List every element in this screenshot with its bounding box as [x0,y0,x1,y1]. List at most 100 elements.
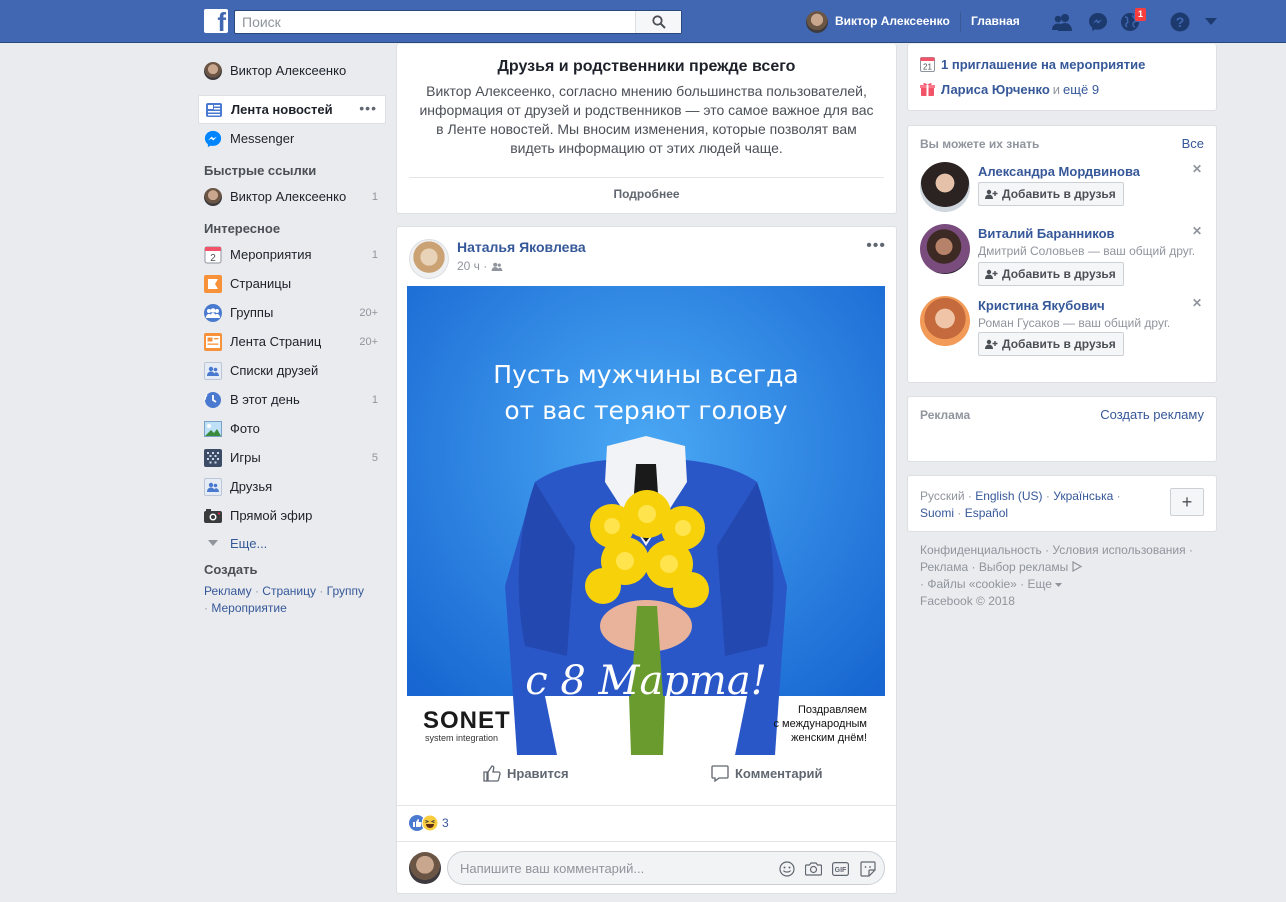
greeting-line-3: женским днём! [791,732,867,744]
add-friend-button[interactable]: Добавить в друзья [978,262,1124,286]
friends-audience-icon [491,262,503,271]
footer-link[interactable]: Еще [1028,577,1052,591]
add-friend-button[interactable]: Добавить в друзья [978,182,1124,206]
games-icon [204,448,222,467]
ad-choices-icon[interactable] [1072,560,1083,573]
comment-button[interactable]: Комментарий [711,765,823,782]
sidebar-item-groups[interactable]: Группы 20+ [198,298,386,327]
sidebar-item-count: 20+ [359,335,378,348]
avatar[interactable] [920,296,970,346]
like-button[interactable]: Нравится [483,765,569,782]
post-time-text: 20 ч [457,259,480,273]
reactions-count: 3 [442,816,449,830]
profile-link[interactable]: Виктор Алексеенко [835,14,950,28]
sidebar-item-pages-feed[interactable]: Лента Страниц 20+ [198,327,386,356]
help-button[interactable]: ? [1169,11,1191,33]
event-invites-link[interactable]: 1 приглашение на мероприятие [941,57,1145,72]
add-friend-label: Добавить в друзья [1002,267,1116,281]
sidebar-item-quick-link[interactable]: Виктор Алексеенко 1 [198,182,386,211]
sidebar-item-label: Игры [230,450,261,465]
add-friend-icon [985,189,998,199]
notifications-button[interactable]: 1 [1119,7,1147,33]
sidebar-item-profile[interactable]: Виктор Алексеенко [198,56,386,85]
create-event-link[interactable]: Мероприятие [211,601,286,615]
more-options-icon[interactable]: ••• [359,100,377,116]
sidebar-item-news-feed[interactable]: Лента новостей ••• [198,95,386,124]
search-button[interactable] [635,11,681,33]
avatar[interactable] [920,224,970,274]
caret-down-icon [1205,18,1217,25]
sidebar-item-live[interactable]: Прямой эфир [198,501,386,530]
footer-link[interactable]: Файлы «cookie» [927,577,1017,591]
add-friend-label: Добавить в друзья [1002,187,1116,201]
section-heading: Быстрые ссылки [204,163,317,178]
close-icon[interactable]: ✕ [1192,296,1202,310]
home-link[interactable]: Главная [971,14,1020,28]
more-birthdays-link[interactable]: ещё 9 [1063,82,1099,97]
close-icon[interactable]: ✕ [1192,162,1202,176]
person-name-link[interactable]: Кристина Якубович [978,298,1105,313]
post-timestamp[interactable]: 20 ч · [457,259,503,273]
comment-input[interactable] [448,852,748,884]
person-name-link[interactable]: Виталий Баранников [978,226,1115,241]
footer-link[interactable]: Выбор рекламы [979,560,1068,574]
see-all-link[interactable]: Все [1182,136,1204,151]
create-ad-link[interactable]: Создать рекламу [1100,407,1204,422]
add-language-button[interactable]: + [1170,488,1204,516]
pymk-person: Александра Мордвинова Добавить в друзья … [920,162,1206,222]
person-name-link[interactable]: Александра Мордвинова [978,164,1140,179]
haha-reaction-icon [422,815,438,831]
avatar[interactable] [920,162,970,212]
svg-text:GIF: GIF [835,867,847,874]
gif-icon[interactable]: GIF [832,860,849,877]
sidebar-item-label: Виктор Алексеенко [230,189,347,204]
post-author-link[interactable]: Наталья Яковлева [457,239,586,255]
add-friend-button[interactable]: Добавить в друзья [978,332,1124,356]
footer-link[interactable]: Реклама [920,560,968,574]
sidebar-item-games[interactable]: Игры 5 [198,443,386,472]
sidebar-item-photos[interactable]: Фото [198,414,386,443]
post-options-icon[interactable]: ••• [866,237,886,255]
friend-requests-button[interactable] [1051,11,1073,33]
learn-more-link[interactable]: Подробнее [397,187,896,201]
language-link[interactable]: English (US) [975,489,1042,503]
create-group-link[interactable]: Группу [327,584,364,598]
create-page-link[interactable]: Страницу [262,584,316,598]
account-menu-button[interactable] [1200,11,1222,33]
pymk-person: Виталий Баранников Дмитрий Соловьев — ва… [920,224,1206,286]
language-link[interactable]: Українська [1053,489,1113,503]
conjunction-text: и [1052,82,1061,97]
add-friend-label: Добавить в друзья [1002,337,1116,351]
sidebar-item-messenger[interactable]: Messenger [198,124,386,153]
emoji-icon[interactable] [778,860,795,877]
sidebar-item-more[interactable]: Еще... [198,530,386,556]
search-input[interactable] [235,11,635,33]
current-language: Русский [920,489,965,503]
groups-icon [204,303,222,322]
messenger-button[interactable] [1087,11,1109,33]
camera-icon[interactable] [805,860,822,877]
sticker-icon[interactable] [859,860,876,877]
sidebar-item-count: 1 [371,248,378,261]
sidebar-item-pages[interactable]: Страницы [198,269,386,298]
sidebar-item-events[interactable]: 2 Мероприятия 1 [198,240,386,269]
event-invites-row[interactable]: 21 1 приглашение на мероприятие [920,57,1145,72]
close-icon[interactable]: ✕ [1192,224,1202,238]
footer-link[interactable]: Условия использования [1052,543,1185,557]
sidebar-item-friends[interactable]: Друзья [198,472,386,501]
language-link[interactable]: Suomi [920,506,954,520]
notification-badge: 1 [1133,7,1147,22]
avatar[interactable] [409,239,449,279]
search-icon [651,15,666,29]
sidebar-item-on-this-day[interactable]: В этот день 1 [198,385,386,414]
birthday-person-link[interactable]: Лариса Юрченко [941,82,1050,97]
user-avatar[interactable] [806,11,828,33]
post-image[interactable]: Пусть мужчины всегда от вас теряют голов… [407,286,885,755]
footer-link[interactable]: Конфиденциальность [920,543,1042,557]
language-link[interactable]: Español [965,506,1008,520]
create-ad-link[interactable]: Рекламу [204,584,252,598]
messenger-icon [1089,13,1107,31]
sidebar-item-friend-lists[interactable]: Списки друзей [198,356,386,385]
reactions-summary[interactable]: 3 [409,815,449,831]
facebook-logo-icon[interactable]: f [204,9,228,33]
